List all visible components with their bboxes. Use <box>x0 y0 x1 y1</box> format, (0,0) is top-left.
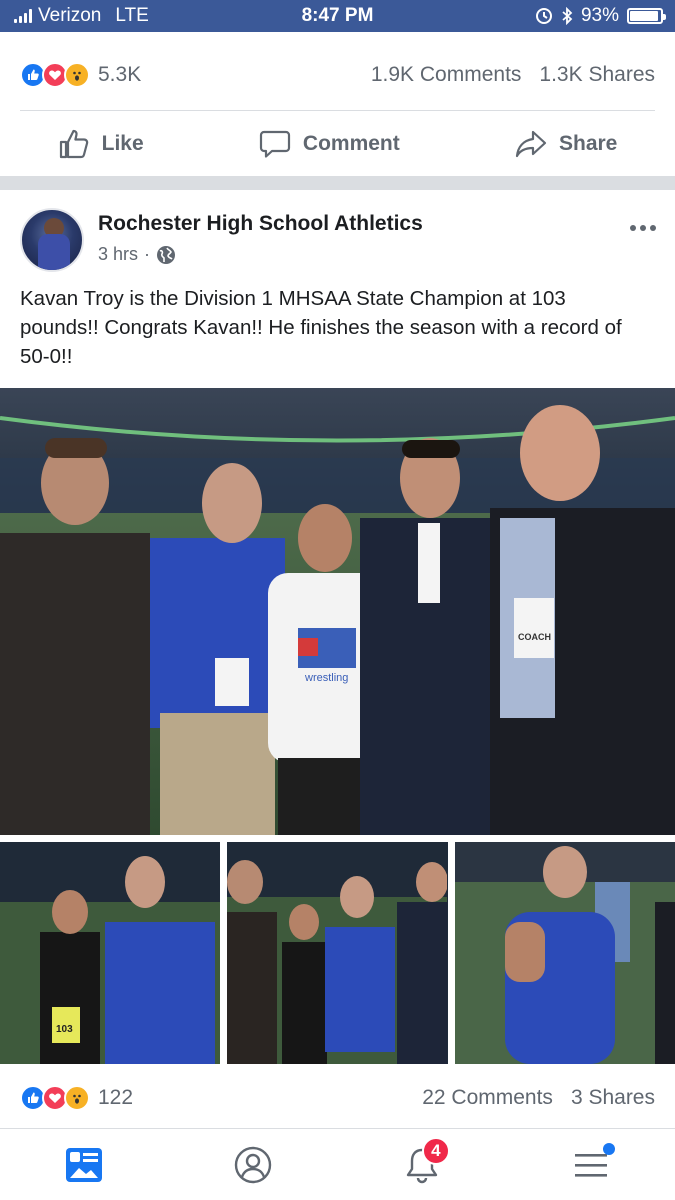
thumbnail-photo-3[interactable] <box>454 842 675 1064</box>
tab-menu[interactable] <box>561 1135 621 1195</box>
photo-thumbnails: 103 <box>0 842 675 1064</box>
reaction-count[interactable]: 5.3K <box>98 63 141 87</box>
bluetooth-icon <box>562 7 573 25</box>
status-indicators: 93% <box>535 5 666 27</box>
battery-icon <box>627 8 666 24</box>
share-icon <box>515 130 547 158</box>
reaction-icons[interactable] <box>20 62 90 88</box>
thumbnail-photo-1[interactable]: 103 <box>0 842 221 1064</box>
tab-news-feed[interactable] <box>54 1135 114 1195</box>
share-button[interactable]: Share <box>515 129 617 159</box>
post-comments-link[interactable]: 22 Comments <box>422 1086 553 1110</box>
carrier-label: Verizon <box>38 5 102 26</box>
main-photo[interactable]: wrestling COACH <box>0 388 675 835</box>
profile-icon <box>234 1146 272 1183</box>
photo-illustration: wrestling COACH <box>0 388 675 835</box>
news-feed-icon <box>66 1147 103 1182</box>
more-options-button[interactable] <box>629 218 657 232</box>
like-button[interactable]: Like <box>58 129 144 159</box>
post-reaction-icons[interactable] <box>20 1085 90 1111</box>
comment-button[interactable]: Comment <box>259 129 400 159</box>
reaction-summary: 5.3K 1.9K Comments 1.3K Shares <box>20 62 655 88</box>
divider <box>20 110 655 111</box>
tab-notifications[interactable]: 4 <box>392 1135 452 1195</box>
shirt-text: wrestling <box>304 672 348 684</box>
like-label: Like <box>101 132 144 155</box>
thumbnail-3-illustration <box>454 842 675 1064</box>
shares-count-link[interactable]: 1.3K Shares <box>539 63 655 87</box>
signal-icon <box>14 9 32 23</box>
battery-percent: 93% <box>580 5 619 26</box>
page-name-link[interactable]: Rochester High School Athletics <box>98 212 423 236</box>
post-header: Rochester High School Athletics 3 hrs · <box>20 208 423 272</box>
thumbnail-1-illustration: 103 <box>0 842 220 1064</box>
bib-number-text: 103 <box>56 1024 73 1035</box>
carrier-info: Verizon LTE <box>14 5 149 27</box>
post-reaction-summary: 122 22 Comments 3 Shares <box>20 1085 655 1111</box>
wow-reaction-icon <box>64 1085 90 1111</box>
avatar-body <box>38 234 70 270</box>
wow-reaction-icon <box>64 62 90 88</box>
network-label: LTE <box>115 5 149 26</box>
status-bar: Verizon LTE 8:47 PM 93% <box>0 0 675 32</box>
post-card: Rochester High School Athletics 3 hrs · … <box>0 190 675 1128</box>
post-time[interactable]: 3 hrs <box>98 244 138 265</box>
comment-label: Comment <box>302 132 400 155</box>
post-shares-link[interactable]: 3 Shares <box>571 1086 655 1110</box>
bottom-tab-bar: 4 <box>0 1128 675 1200</box>
coach-badge-text: COACH <box>518 632 551 642</box>
meta-separator: · <box>144 244 151 264</box>
post-text: Kavan Troy is the Division 1 MHSAA State… <box>20 287 622 368</box>
like-icon <box>59 129 88 159</box>
more-icon <box>630 225 656 231</box>
alarm-icon <box>535 8 552 24</box>
comment-icon <box>259 130 291 158</box>
share-label: Share <box>559 132 618 155</box>
previous-post-footer: 5.3K 1.9K Comments 1.3K Shares Like Comm… <box>0 32 675 176</box>
thumbnail-photo-2[interactable] <box>227 842 448 1064</box>
globe-icon <box>157 245 176 264</box>
post-reaction-count[interactable]: 122 <box>98 1086 133 1110</box>
menu-indicator-dot <box>602 1142 615 1155</box>
thumbnail-2-illustration <box>227 842 448 1064</box>
post-actions: Like Comment Share <box>0 122 675 166</box>
page-avatar[interactable] <box>20 208 84 272</box>
tab-profile[interactable] <box>223 1135 283 1195</box>
notification-badge: 4 <box>421 1136 450 1165</box>
battery-fill <box>630 11 658 21</box>
post-meta: 3 hrs · <box>98 244 423 265</box>
comments-count-link[interactable]: 1.9K Comments <box>371 63 522 87</box>
